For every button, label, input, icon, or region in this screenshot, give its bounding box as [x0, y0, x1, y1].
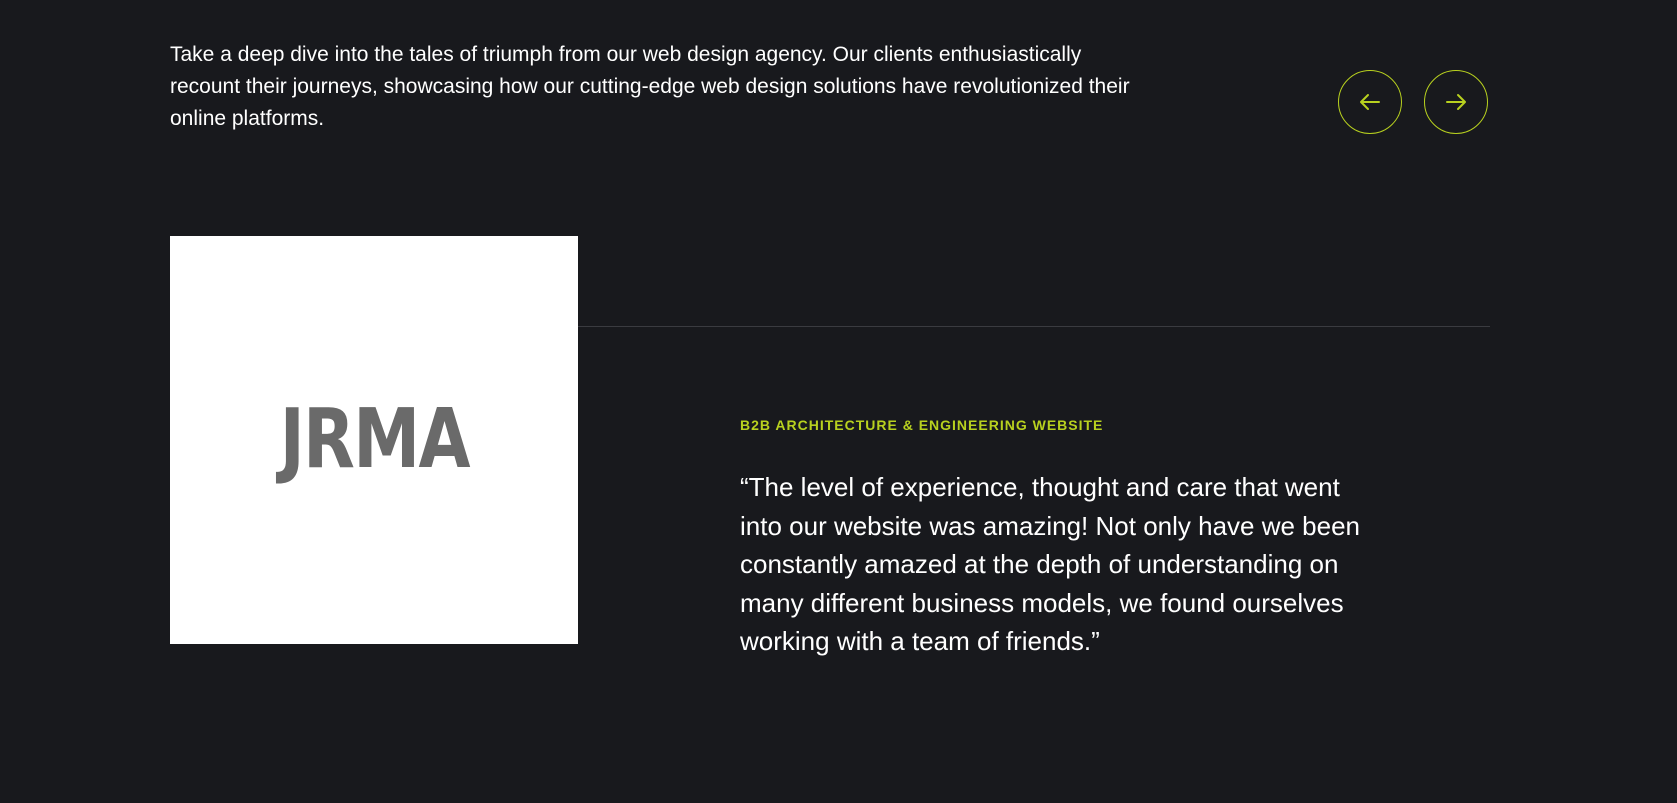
testimonials-section: Take a deep dive into the tales of trium… [0, 0, 1677, 803]
testimonial-quote: “The level of experience, thought and ca… [740, 472, 1361, 656]
divider-line [578, 326, 1490, 327]
arrow-left-icon [1360, 94, 1380, 110]
previous-testimonial-button[interactable] [1338, 70, 1402, 134]
intro-paragraph: Take a deep dive into the tales of trium… [170, 43, 1130, 130]
arrow-right-icon [1446, 94, 1466, 110]
client-logo-card: JRMA [170, 236, 578, 644]
client-logo: JRMA [279, 392, 470, 487]
project-category: B2B ARCHITECTURE & ENGINEERING WEBSITE [740, 417, 1104, 433]
next-testimonial-button[interactable] [1424, 70, 1488, 134]
